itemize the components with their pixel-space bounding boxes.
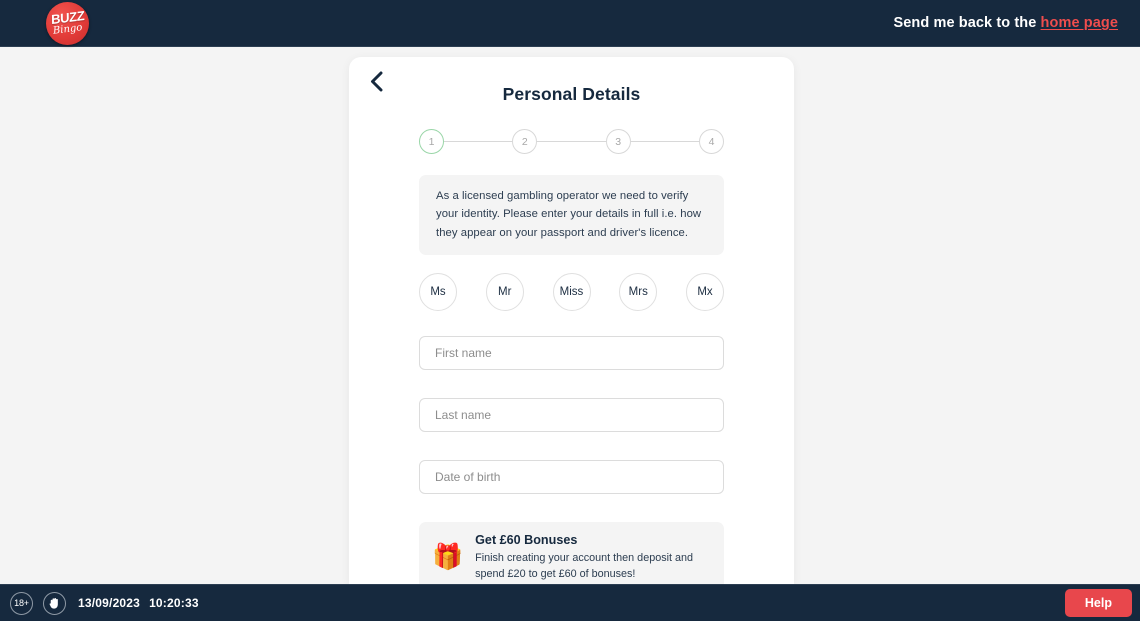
footer-bar: 18+ 13/09/2023 10:20:33 Help xyxy=(0,584,1140,621)
date-of-birth-input[interactable] xyxy=(419,459,724,494)
buzz-bingo-logo[interactable]: BUZZ Bingo xyxy=(46,1,89,45)
footer-date: 13/09/2023 xyxy=(78,596,141,610)
title-option-ms[interactable]: Ms xyxy=(419,272,457,311)
step-connector-1 xyxy=(444,140,513,143)
footer-left-group: 18+ 13/09/2023 10:20:33 xyxy=(10,591,199,615)
chevron-left-icon xyxy=(370,71,382,91)
title-option-ms-label: Ms xyxy=(430,285,446,298)
back-button[interactable] xyxy=(362,67,390,95)
gift-icon: 🎁 xyxy=(432,543,464,572)
title-option-mrs-label: Mrs xyxy=(628,285,648,298)
page-title: Personal Details xyxy=(502,84,641,104)
title-option-mx-label: Mx xyxy=(697,285,713,298)
title-option-mr-label: Mr xyxy=(498,285,512,298)
step-4-label: 4 xyxy=(708,135,715,148)
top-header-bar: BUZZ Bingo Send me back to the home page xyxy=(0,0,1140,47)
step-4[interactable]: 4 xyxy=(698,129,724,154)
bonus-promo-description: Finish creating your account then deposi… xyxy=(475,551,694,581)
age-restriction-badge: 18+ xyxy=(10,591,33,615)
title-option-mr[interactable]: Mr xyxy=(485,272,524,311)
stop-hand-badge xyxy=(43,591,66,615)
step-indicator: 1 2 3 4 xyxy=(419,129,724,154)
step-connector-2 xyxy=(537,140,606,143)
bonus-promo-title: Get £60 Bonuses xyxy=(475,532,578,547)
title-option-mx[interactable]: Mx xyxy=(686,272,724,311)
logo-word-bingo: Bingo xyxy=(52,22,83,37)
help-button[interactable]: Help xyxy=(1064,589,1132,617)
step-3[interactable]: 3 xyxy=(605,129,631,154)
footer-time: 10:20:33 xyxy=(149,596,199,610)
title-option-miss-label: Miss xyxy=(559,285,584,298)
step-connector-3 xyxy=(630,140,699,143)
verification-info-text: As a licensed gambling operator we need … xyxy=(436,190,702,239)
title-options-group: Ms Mr Miss Mrs Mx xyxy=(419,272,724,311)
title-option-mrs[interactable]: Mrs xyxy=(619,272,658,311)
top-nav-message: Send me back to the home page xyxy=(894,15,1119,31)
step-2[interactable]: 2 xyxy=(512,129,538,154)
step-3-label: 3 xyxy=(615,135,622,148)
step-2-label: 2 xyxy=(521,135,528,148)
step-1[interactable]: 1 xyxy=(419,129,444,154)
top-nav-prefix: Send me back to the xyxy=(893,15,1041,31)
first-name-input[interactable] xyxy=(419,335,724,370)
age-restriction-label: 18+ xyxy=(14,598,29,608)
bonus-promo-text-group: Get £60 Bonuses Finish creating your acc… xyxy=(475,533,710,582)
verification-info-box: As a licensed gambling operator we need … xyxy=(419,175,724,255)
personal-details-card: Personal Details 1 2 3 4 As a licensed g… xyxy=(349,57,794,584)
stop-hand-icon xyxy=(49,597,58,609)
step-1-label: 1 xyxy=(428,135,435,148)
bonus-promo-box: 🎁 Get £60 Bonuses Finish creating your a… xyxy=(419,521,724,584)
title-option-miss[interactable]: Miss xyxy=(552,272,591,311)
home-page-link[interactable]: home page xyxy=(1041,15,1118,31)
last-name-input[interactable] xyxy=(419,397,724,432)
